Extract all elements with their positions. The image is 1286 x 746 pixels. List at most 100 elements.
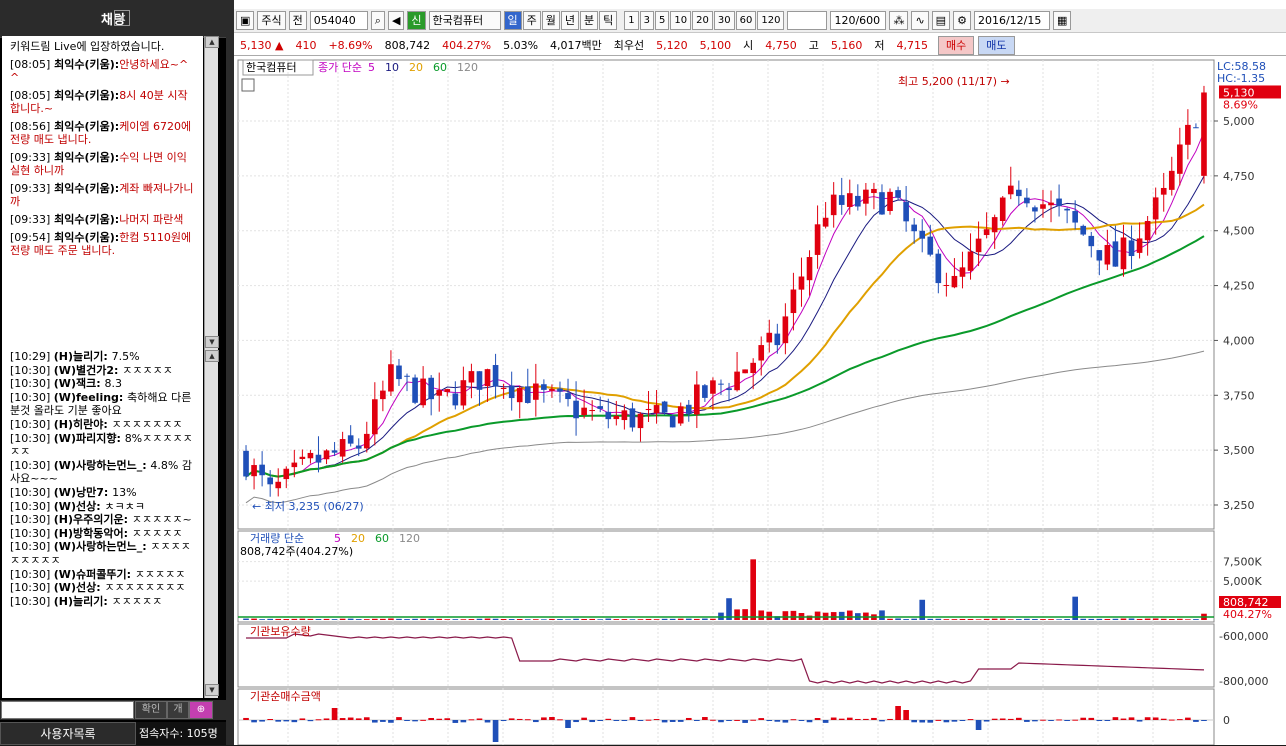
volume-bar [355, 619, 362, 620]
type-select[interactable]: 주식 [257, 11, 286, 30]
inst-net-bar [710, 719, 716, 721]
volume-ma: 120 [399, 532, 420, 545]
interval-button[interactable]: 30 [713, 11, 735, 30]
chart-area[interactable]: 5,000 4,750 4,500 4,250 4,000 3,750 3,500 3,250… [234, 57, 1286, 745]
candle-body [460, 380, 467, 406]
candle-body [307, 452, 314, 459]
inst-net-bar [1201, 720, 1207, 721]
inst-net-bar [484, 720, 491, 723]
save-icon[interactable]: ▤ [931, 11, 951, 30]
volume-bar [460, 619, 467, 620]
log-time: [10:30] [10, 417, 54, 431]
inst-net-bar [1072, 719, 1078, 721]
inst-net-bar [524, 719, 531, 721]
log-row: [10:30] (W)파리지향: 8%ㅈㅈㅈㅈㅈㅈㅈ [10, 432, 195, 459]
candle-body [766, 332, 773, 343]
splitter[interactable] [226, 0, 234, 745]
volume-bar [468, 619, 475, 620]
calendar-icon[interactable]: ▦ [1052, 11, 1072, 30]
volume-bar [669, 618, 676, 620]
log-scrollbar[interactable]: ▲ ▼ [204, 350, 219, 698]
volume-bar [380, 618, 386, 620]
candle-body [533, 383, 539, 400]
candle-body [1032, 207, 1038, 212]
period-tab[interactable]: 일 [503, 11, 522, 30]
scroll-up-icon[interactable]: ▲ [205, 350, 219, 362]
inst-net-bar [750, 719, 756, 721]
option-button[interactable]: 개 [167, 701, 189, 719]
legend-label: 종가 단순 [318, 61, 362, 74]
high-price: 5,160 [830, 38, 863, 52]
gear-icon[interactable]: ⚙ [953, 11, 971, 30]
price-tick-label: 3,500 [1223, 444, 1255, 457]
period-tab[interactable]: 주 [522, 11, 541, 30]
stock-name[interactable]: 한국컴퓨터 [428, 11, 501, 30]
log-row: [10:30] (W)별건가2: ㅈㅈㅈㅈㅈ [10, 364, 195, 378]
volume-bar [790, 610, 797, 620]
chat-scrollbar[interactable]: ▲ ▼ [204, 36, 219, 350]
code-input[interactable]: 054040 [309, 11, 368, 30]
close-icon[interactable]: x [114, 10, 130, 26]
log-row: [10:30] (W)feeling: 축하해요 다른분것 올라도 기분 좋아요 [10, 391, 195, 418]
log-row: [10:30] (W)사랑하는먼느_: ㅈㅈㅈㅈㅈㅈㅈㅈㅈ [10, 540, 195, 567]
chat-header: 채팅 x [0, 0, 226, 38]
sound-icon[interactable]: ◀ [387, 11, 405, 30]
hc-label: HC:-1.35 [1217, 72, 1265, 85]
chart-tool-icon[interactable]: ⁂ [889, 11, 909, 30]
count-input[interactable]: 120/600 [830, 11, 887, 30]
inst-net-bar [476, 718, 483, 720]
inst-net-bar [790, 719, 797, 721]
period-tab[interactable]: 분 [580, 11, 599, 30]
price-tick-label: 3,750 [1223, 389, 1255, 402]
candle-body [1096, 250, 1103, 261]
candle-body [412, 377, 418, 403]
indicator-icon[interactable]: ∿ [911, 11, 929, 30]
user-list-button[interactable]: 사용자목록 [0, 722, 136, 745]
volume-bar [830, 612, 837, 620]
volume-bar [742, 609, 748, 620]
volume-bar [653, 619, 660, 620]
interval-button[interactable]: 120 [757, 11, 785, 30]
sell-button[interactable]: 매도 [978, 35, 1015, 55]
chat-message: [09:54] 최익수(키움):한컴 5110원에 전량 매도 주문 냅니다. [10, 231, 195, 257]
volume-bar [1096, 618, 1103, 620]
interval-input[interactable] [787, 11, 828, 30]
jeon-button[interactable]: 전 [288, 11, 307, 30]
inst-net-bar [436, 718, 443, 720]
date-input[interactable]: 2016/12/15 [973, 11, 1050, 30]
current-pct-label: 8.69% [1223, 98, 1258, 111]
volume-bar [677, 618, 684, 620]
volume-bar [879, 610, 885, 620]
inst-net-bar [838, 718, 845, 720]
log-text: ㅈㅈㅈㅈㅈ [134, 567, 186, 581]
candle-body [323, 450, 330, 460]
scroll-down-icon[interactable]: ▼ [205, 684, 219, 696]
period-tab[interactable]: 월 [541, 11, 560, 30]
inst-net-bar [830, 717, 837, 720]
interval-button[interactable]: 60 [735, 11, 757, 30]
interval-button[interactable]: 10 [670, 11, 692, 30]
interval-button[interactable]: 5 [655, 11, 670, 30]
candle-body [1112, 241, 1119, 267]
interval-button[interactable]: 3 [639, 11, 655, 30]
volume-bar [243, 618, 249, 620]
interval-button[interactable]: 20 [692, 11, 713, 30]
chat-input[interactable] [1, 701, 134, 719]
chat-message: [08:05] 최익수(키움):8시 40분 시작합니다.~ [10, 89, 195, 115]
period-tab[interactable]: 틱 [599, 11, 618, 30]
scroll-up-icon[interactable]: ▲ [205, 36, 219, 48]
inst-net-bar [718, 720, 724, 723]
volume-bar [959, 618, 966, 620]
inst-net-bar [919, 720, 926, 723]
scroll-down-icon[interactable]: ▼ [205, 336, 219, 348]
confirm-button[interactable]: 확인 [135, 701, 167, 719]
layout-icon[interactable]: ▣ [236, 11, 255, 30]
search-icon[interactable]: ⌕ [370, 11, 385, 30]
buy-button[interactable]: 매수 [938, 35, 975, 55]
interval-button[interactable]: 1 [624, 11, 639, 30]
period-tab[interactable]: 년 [560, 11, 580, 30]
candle-body [887, 191, 893, 211]
emoticon-icon[interactable]: ⊕ [189, 701, 213, 719]
log-user: (W)슈퍼콜뚜기: [53, 567, 135, 581]
price-tick-label: 4,500 [1223, 225, 1255, 238]
